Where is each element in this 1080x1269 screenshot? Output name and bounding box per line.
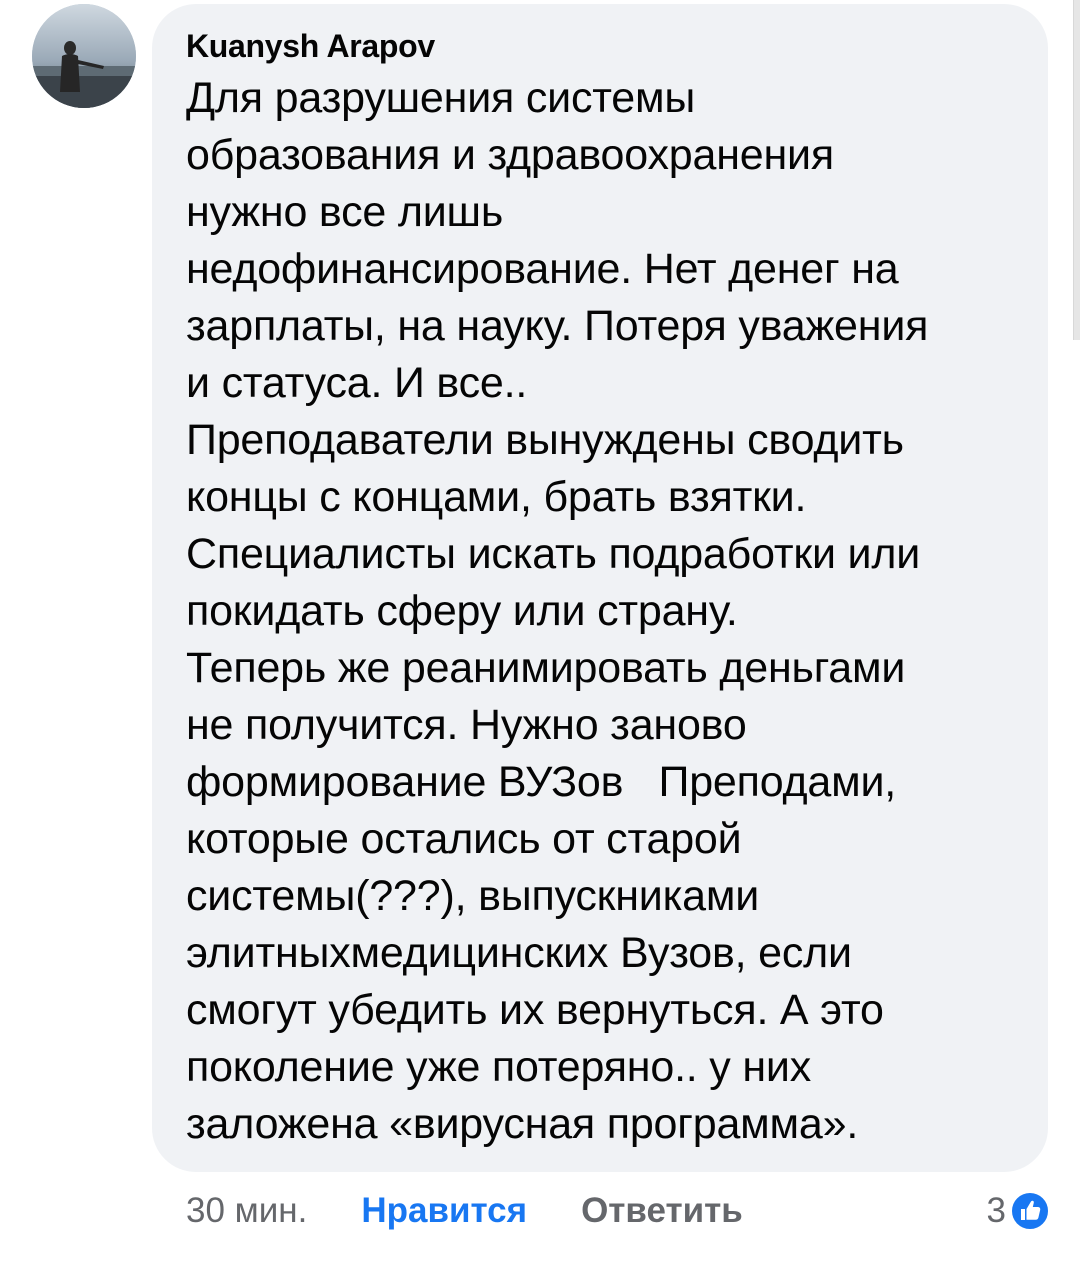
reply-button[interactable]: Ответить xyxy=(581,1186,743,1236)
comment-line: системы(???), выпускниками xyxy=(186,872,760,920)
comment-line: Для разрушения системы xyxy=(186,74,696,122)
avatar-photo-icon xyxy=(32,4,136,108)
comment-line: не получится. Нужно заново xyxy=(186,701,747,749)
comment-timestamp[interactable]: 30 мин. xyxy=(186,1186,307,1236)
comment-line: Специалисты искать подработки или xyxy=(186,530,921,578)
comment-line: и статуса. И все.. xyxy=(186,359,528,407)
comment-screen: Kuanysh Arapov Для разрушения системы об… xyxy=(0,0,1080,1269)
comment-line: концы с концами, брать взятки. xyxy=(186,473,807,521)
comment-line: заложена «вирусная программа». xyxy=(186,1100,859,1148)
comment-line: смогут убедить их вернуться. А это xyxy=(186,986,884,1034)
comment-body: Для разрушения системы образования и здр… xyxy=(186,70,1018,1153)
comment-line: Теперь же реанимировать деньгами xyxy=(186,644,906,692)
scroll-indicator[interactable] xyxy=(1073,0,1080,340)
comment-line: недофинансирование. Нет денег на xyxy=(186,245,899,293)
reaction-count: 3 xyxy=(986,1191,1006,1230)
comment-actions: 30 мин. Нравится Ответить xyxy=(186,1186,743,1236)
reactions-summary[interactable]: 3 xyxy=(987,1186,1050,1236)
comment-line: покидать сферу или страну. xyxy=(186,587,738,635)
like-reaction-icon xyxy=(1010,1191,1050,1231)
comment-line: которые остались от старой xyxy=(186,815,742,863)
comment-line: элитныхмедицинских Вузов, если xyxy=(186,929,852,977)
comment-author-name[interactable]: Kuanysh Arapov xyxy=(186,26,1018,66)
comment-line: Преподаватели вынуждены сводить xyxy=(186,416,904,464)
comment-line: нужно все лишь xyxy=(186,188,504,236)
comment-line: поколение уже потеряно.. у них xyxy=(186,1043,812,1091)
comment-line: формирование ВУЗов Преподами, xyxy=(186,758,897,806)
like-button[interactable]: Нравится xyxy=(361,1186,527,1236)
comment-bubble: Kuanysh Arapov Для разрушения системы об… xyxy=(152,4,1048,1172)
comment-line: зарплаты, на науку. Потеря уважения xyxy=(186,302,929,350)
author-avatar[interactable] xyxy=(32,4,136,108)
comment-line: образования и здравоохранения xyxy=(186,131,834,179)
